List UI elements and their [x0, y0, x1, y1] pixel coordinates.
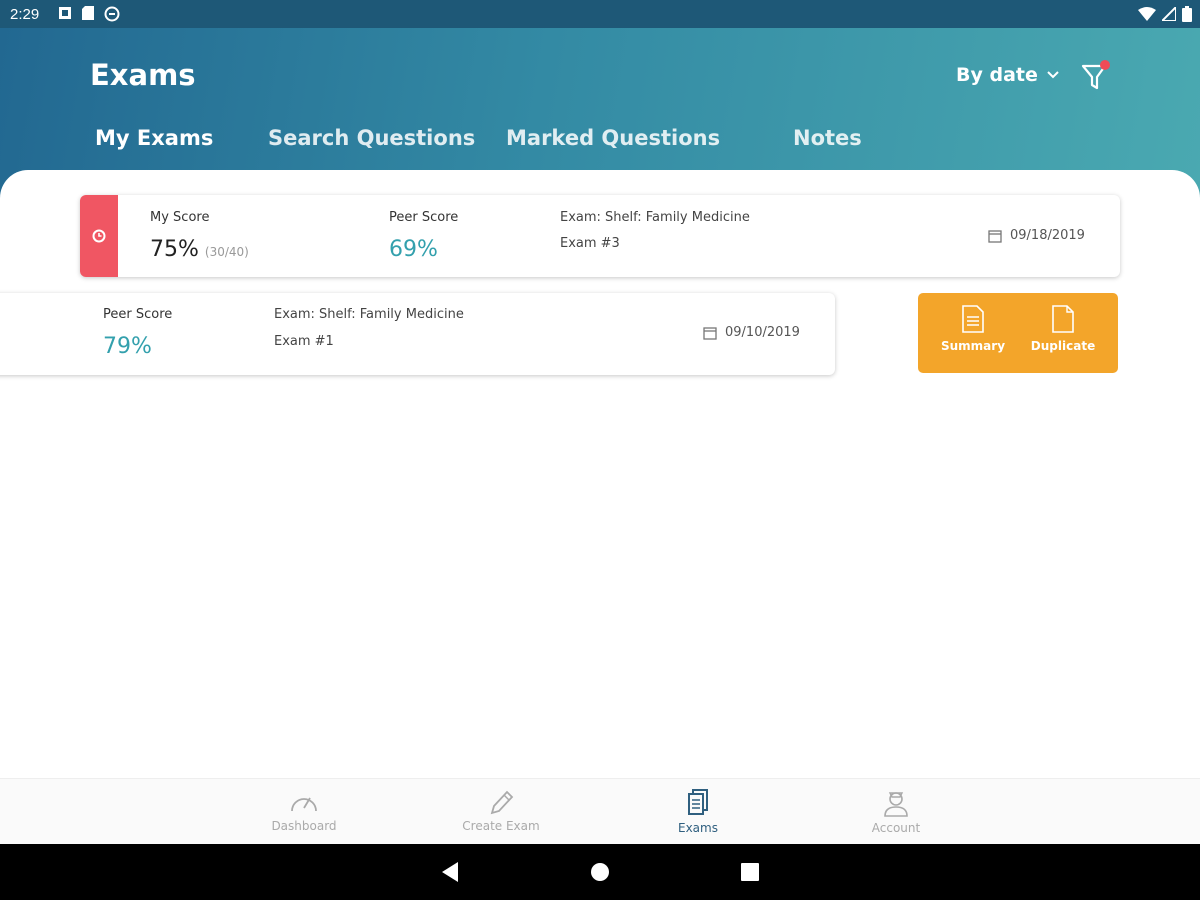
nav-dashboard-label: Dashboard	[271, 819, 337, 833]
nav-dashboard[interactable]: Dashboard	[244, 789, 364, 833]
notification-icons	[58, 6, 120, 22]
nav-exams[interactable]: Exams	[638, 789, 758, 835]
my-score-percent: 75%	[150, 237, 199, 262]
tab-bar: My Exams Search Questions Marked Questio…	[0, 126, 1200, 158]
bottom-nav: Dashboard Create Exam Exams Account	[0, 778, 1200, 844]
clock-icon	[92, 229, 106, 243]
exam-date: 09/10/2019	[703, 325, 800, 340]
sd-card-icon	[82, 6, 94, 20]
system-icons	[1138, 6, 1192, 22]
notification-icon	[59, 7, 71, 19]
sync-icon	[104, 6, 120, 22]
user-icon	[884, 792, 908, 817]
nav-account[interactable]: Account	[836, 789, 956, 835]
exam-date-text: 09/10/2019	[725, 325, 800, 340]
calendar-icon	[703, 326, 717, 340]
document-icon	[962, 305, 984, 333]
exam-name: Exam: Shelf: Family Medicine	[274, 307, 464, 322]
exam-number: Exam #1	[274, 334, 334, 349]
exam-number: Exam #3	[560, 236, 620, 251]
home-icon[interactable]	[590, 860, 610, 884]
pencil-icon	[490, 790, 514, 815]
recents-icon[interactable]	[740, 860, 760, 884]
nav-create-exam[interactable]: Create Exam	[441, 789, 561, 833]
my-score-label: My Score	[150, 210, 210, 225]
tab-my-exams[interactable]: My Exams	[95, 126, 213, 150]
sort-dropdown[interactable]: By date	[956, 64, 1060, 86]
peer-score-label: Peer Score	[103, 307, 173, 322]
page-title: Exams	[90, 58, 196, 92]
exam-status-stripe	[80, 195, 118, 277]
status-bar: 2:29	[0, 0, 1200, 28]
my-score-detail: (30/40)	[204, 245, 249, 259]
exam-card[interactable]: Peer Score 79% Exam: Shelf: Family Medic…	[0, 293, 835, 375]
peer-score-value: 69%	[389, 237, 438, 262]
wifi-icon	[1138, 7, 1156, 21]
speedometer-icon	[291, 797, 317, 812]
summary-label: Summary	[940, 339, 1006, 353]
swipe-actions: Summary Duplicate	[918, 293, 1118, 373]
filter-button[interactable]	[1080, 60, 1114, 94]
sort-label: By date	[956, 64, 1038, 86]
status-time: 2:29	[10, 6, 40, 23]
exam-card[interactable]: My Score 75% (30/40) Peer Score 69% Exam:…	[80, 195, 1120, 277]
nav-exams-label: Exams	[678, 821, 718, 835]
exam-name: Exam: Shelf: Family Medicine	[560, 210, 750, 225]
duplicate-button[interactable]: Duplicate	[1018, 305, 1108, 365]
nav-account-label: Account	[871, 821, 921, 835]
peer-score-label: Peer Score	[389, 210, 459, 225]
duplicate-label: Duplicate	[1030, 339, 1096, 353]
documents-icon	[688, 789, 708, 815]
battery-icon	[1182, 6, 1192, 22]
duplicate-icon	[1052, 305, 1074, 333]
exam-date: 09/18/2019	[988, 228, 1085, 243]
system-nav-bar	[0, 844, 1200, 900]
calendar-icon	[988, 229, 1002, 243]
chevron-down-icon	[1047, 71, 1059, 79]
peer-score-value: 79%	[103, 334, 152, 359]
filter-badge	[1100, 60, 1110, 70]
nav-create-exam-label: Create Exam	[462, 819, 540, 833]
signal-icon	[1162, 7, 1176, 21]
exam-date-text: 09/18/2019	[1010, 228, 1085, 243]
tab-notes[interactable]: Notes	[793, 126, 862, 150]
tab-marked-questions[interactable]: Marked Questions	[506, 126, 720, 150]
tab-search-questions[interactable]: Search Questions	[268, 126, 475, 150]
exam-list: My Score 75% (30/40) Peer Score 69% Exam:…	[0, 170, 1200, 778]
my-score-value: 75% (30/40)	[150, 237, 249, 262]
summary-button[interactable]: Summary	[928, 305, 1018, 365]
back-icon[interactable]	[440, 860, 460, 884]
